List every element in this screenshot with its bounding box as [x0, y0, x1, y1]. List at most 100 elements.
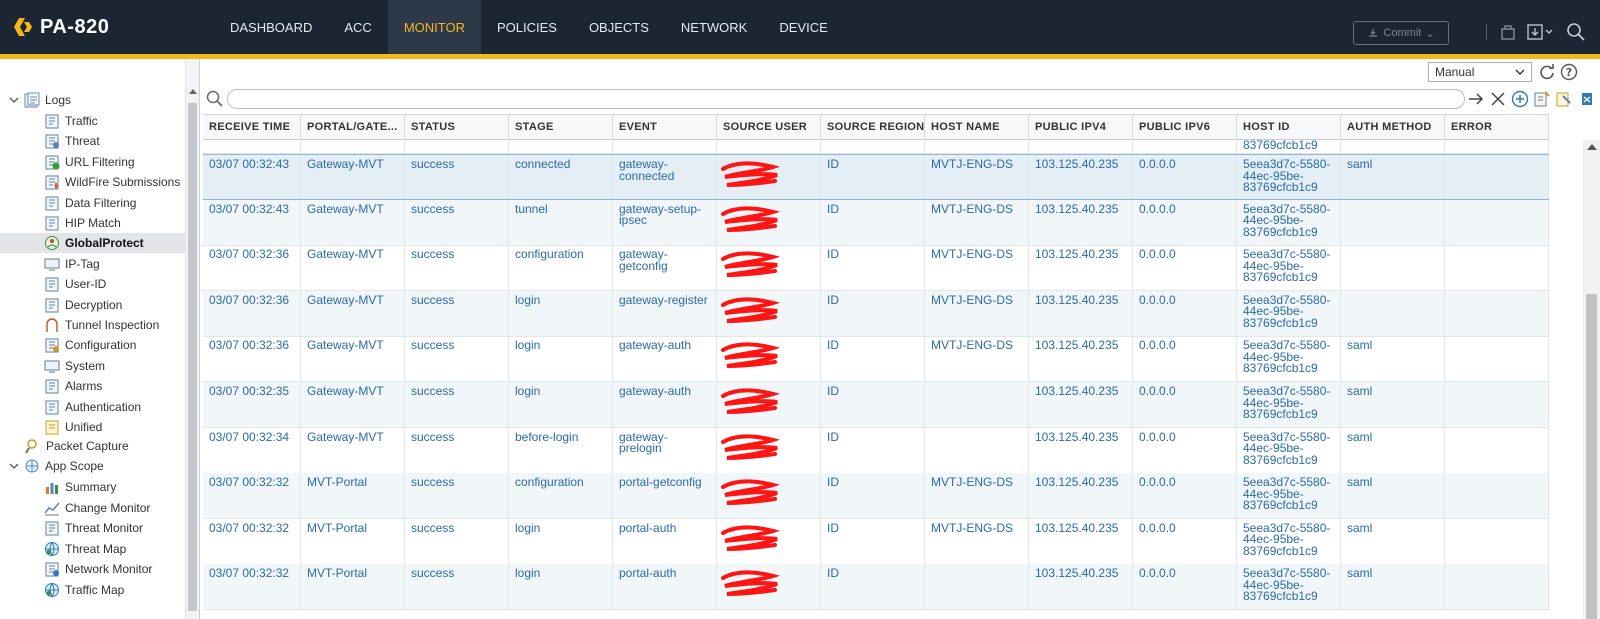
- cell-auth-method[interactable]: saml: [1341, 564, 1445, 610]
- cell-public-ipv6[interactable]: 0.0.0.0: [1133, 245, 1237, 291]
- cell-auth-method[interactable]: saml: [1341, 473, 1445, 519]
- cell-portal-gateway[interactable]: Gateway-MVT: [301, 199, 405, 245]
- cell-host-name[interactable]: MVTJ-ENG-DS: [925, 336, 1029, 382]
- cell-public-ipv4[interactable]: 103.125.40.235: [1029, 564, 1133, 610]
- cell-event[interactable]: gateway-getconfig: [613, 245, 717, 291]
- cell-public-ipv4[interactable]: 103.125.40.235: [1029, 473, 1133, 519]
- cell-event[interactable]: portal-auth: [613, 564, 717, 610]
- cell-public-ipv4[interactable]: 103.125.40.235: [1029, 199, 1133, 245]
- add-filter-icon[interactable]: [1511, 90, 1529, 108]
- cell-stage[interactable]: connected: [509, 155, 613, 199]
- table-row[interactable]: 03/07 00:32:34 Gateway-MVT success before-l…: [203, 427, 1549, 474]
- cell-host-id[interactable]: 5eea3d7c-5580-44ec-95be-83769cfcb1c9: [1237, 518, 1341, 564]
- table-row[interactable]: 03/07 00:32:43 Gateway-MVT success tunnel ga…: [203, 199, 1549, 246]
- cell-host-name[interactable]: MVTJ-ENG-DS: [925, 155, 1029, 199]
- sidebar-item-system[interactable]: System: [44, 356, 105, 376]
- cell-host-id[interactable]: 5eea3d7c-5580-44ec-95be-83769cfcb1c9: [1237, 473, 1341, 519]
- table-scroll-thumb[interactable]: [1586, 294, 1597, 619]
- tree-group-logs[interactable]: Logs: [8, 90, 71, 110]
- cell-status[interactable]: success: [405, 245, 509, 291]
- tab-monitor[interactable]: MONITOR: [387, 0, 481, 54]
- tab-policies[interactable]: POLICIES: [481, 0, 573, 54]
- sidebar-item-data-filtering[interactable]: Data Filtering: [44, 193, 136, 213]
- cell-receive-time[interactable]: 03/07 00:32:32: [203, 564, 301, 610]
- cell-source-region[interactable]: ID: [821, 290, 925, 336]
- apply-filter-icon[interactable]: [1467, 90, 1485, 108]
- column-header-source-region[interactable]: SOURCE REGION: [821, 115, 925, 140]
- column-header-receive-time[interactable]: RECEIVE TIME: [203, 115, 301, 140]
- table-row-partial[interactable]: 83769cfcb1c9: [203, 140, 1549, 154]
- chevron-down-icon[interactable]: [8, 94, 20, 106]
- sidebar-item-authentication[interactable]: Authentication: [44, 397, 141, 417]
- cell-public-ipv4[interactable]: 103.125.40.235: [1029, 245, 1133, 291]
- cell-status[interactable]: success: [405, 473, 509, 519]
- sidebar-item-ip-tag[interactable]: IP-Tag: [44, 254, 100, 274]
- cell-portal-gateway[interactable]: Gateway-MVT: [301, 290, 405, 336]
- cell-status[interactable]: success: [405, 564, 509, 610]
- sidebar-item-alarms[interactable]: Alarms: [44, 376, 102, 396]
- refresh-mode-select[interactable]: Manual: [1428, 62, 1532, 82]
- table-row[interactable]: 03/07 00:32:36 Gateway-MVT success login gat…: [203, 290, 1549, 337]
- load-filter-icon[interactable]: [1555, 90, 1573, 108]
- cell-public-ipv6[interactable]: 0.0.0.0: [1133, 336, 1237, 382]
- sidebar-item-tunnel-inspection[interactable]: Tunnel Inspection: [44, 315, 159, 335]
- scroll-up-arrow-icon[interactable]: [1587, 144, 1597, 150]
- sidebar-item-traffic-map[interactable]: Traffic Map: [44, 580, 124, 600]
- tab-device[interactable]: DEVICE: [763, 0, 843, 54]
- cell-host-id[interactable]: 5eea3d7c-5580-44ec-95be-83769cfcb1c9: [1237, 564, 1341, 610]
- cell-stage[interactable]: login: [509, 382, 613, 427]
- cell-auth-method[interactable]: saml: [1341, 427, 1445, 473]
- cell-status[interactable]: success: [405, 382, 509, 427]
- table-row[interactable]: 03/07 00:32:32 MVT-Portal success login port…: [203, 564, 1549, 611]
- cell-public-ipv6[interactable]: 0.0.0.0: [1133, 518, 1237, 564]
- cell-receive-time[interactable]: 03/07 00:32:43: [203, 155, 301, 199]
- cell-portal-gateway[interactable]: Gateway-MVT: [301, 382, 405, 427]
- cell-portal-gateway[interactable]: MVT-Portal: [301, 518, 405, 564]
- cell-auth-method[interactable]: saml: [1341, 382, 1445, 427]
- cell-portal-gateway[interactable]: MVT-Portal: [301, 473, 405, 519]
- column-header-error[interactable]: ERROR: [1445, 115, 1549, 140]
- cell-host-id[interactable]: 5eea3d7c-5580-44ec-95be-83769cfcb1c9: [1237, 382, 1341, 427]
- sidebar-item-globalprotect[interactable]: GlobalProtect: [0, 233, 186, 254]
- cell-public-ipv4[interactable]: 103.125.40.235: [1029, 155, 1133, 199]
- cell-status[interactable]: success: [405, 427, 509, 473]
- sidebar-item-wildfire-submissions[interactable]: WildFire Submissions: [44, 172, 180, 192]
- cell-public-ipv4[interactable]: 103.125.40.235: [1029, 518, 1133, 564]
- cell-source-region[interactable]: ID: [821, 199, 925, 245]
- cell-stage[interactable]: configuration: [509, 245, 613, 291]
- cell-public-ipv4[interactable]: 103.125.40.235: [1029, 427, 1133, 473]
- sidebar-item-decryption[interactable]: Decryption: [44, 295, 122, 315]
- cell-portal-gateway[interactable]: Gateway-MVT: [301, 245, 405, 291]
- cell-source-region[interactable]: ID: [821, 336, 925, 382]
- table-row[interactable]: 03/07 00:32:43 Gateway-MVT success connecte…: [203, 154, 1549, 200]
- cell-host-name[interactable]: [925, 382, 1029, 427]
- cell-host-id[interactable]: 5eea3d7c-5580-44ec-95be-83769cfcb1c9: [1237, 290, 1341, 336]
- sidebar-item-threat[interactable]: Threat: [44, 131, 100, 151]
- table-row[interactable]: 03/07 00:32:32 MVT-Portal success login port…: [203, 518, 1549, 565]
- cell-host-name[interactable]: [925, 427, 1029, 473]
- cell-host-id[interactable]: 5eea3d7c-5580-44ec-95be-83769cfcb1c9: [1237, 427, 1341, 473]
- refresh-icon[interactable]: [1538, 63, 1556, 81]
- cell-host-id[interactable]: 5eea3d7c-5580-44ec-95be-83769cfcb1c9: [1237, 155, 1341, 199]
- cell-event[interactable]: portal-getconfig: [613, 473, 717, 519]
- cell-status[interactable]: success: [405, 290, 509, 336]
- cell-public-ipv4[interactable]: 103.125.40.235: [1029, 382, 1133, 427]
- cell-public-ipv6[interactable]: 0.0.0.0: [1133, 199, 1237, 245]
- cell-stage[interactable]: login: [509, 518, 613, 564]
- sidebar-item-traffic[interactable]: Traffic: [44, 111, 98, 131]
- column-header-auth-method[interactable]: AUTH METHOD: [1341, 115, 1445, 140]
- column-header-portal-gateway[interactable]: PORTAL/GATE...: [301, 115, 405, 140]
- cell-host-name[interactable]: MVTJ-ENG-DS: [925, 290, 1029, 336]
- table-row[interactable]: 03/07 00:32:32 MVT-Portal success configura…: [203, 473, 1549, 520]
- cell-event[interactable]: gateway-connected: [613, 155, 717, 199]
- save-config-icon[interactable]: [1526, 22, 1554, 42]
- sidebar-item-threat-map[interactable]: Threat Map: [44, 539, 126, 559]
- cell-public-ipv6[interactable]: 0.0.0.0: [1133, 382, 1237, 427]
- cell-source-region[interactable]: ID: [821, 155, 925, 199]
- cell-stage[interactable]: login: [509, 564, 613, 610]
- column-header-host-name[interactable]: HOST NAME: [925, 115, 1029, 140]
- chevron-down-icon[interactable]: [8, 460, 20, 472]
- app-logo[interactable]: PA-820: [12, 16, 109, 38]
- table-row[interactable]: 03/07 00:32:36 Gateway-MVT success login gat…: [203, 336, 1549, 383]
- tree-group-app-scope[interactable]: App Scope: [8, 456, 104, 476]
